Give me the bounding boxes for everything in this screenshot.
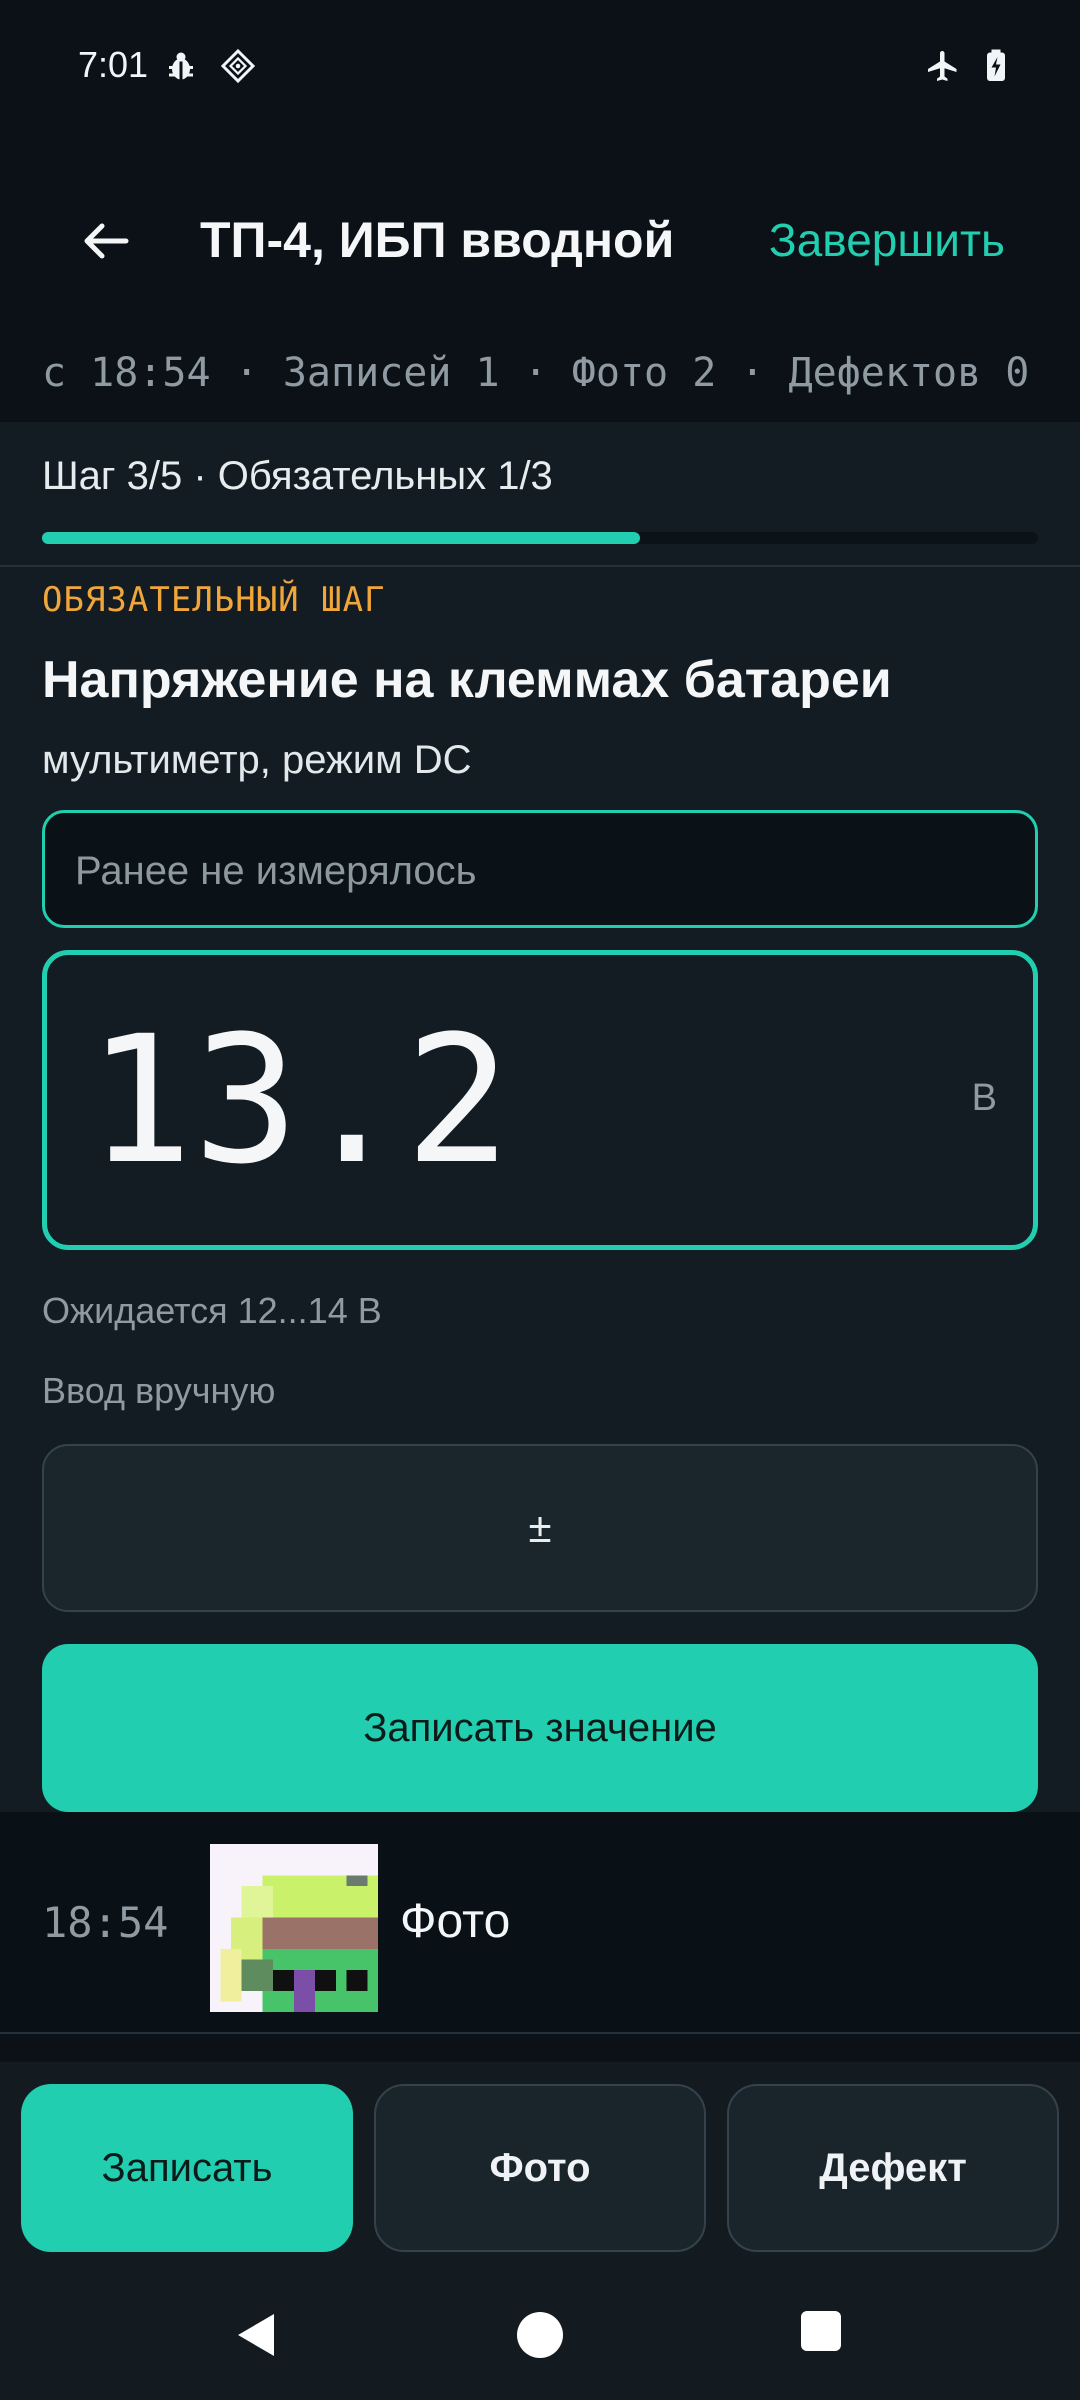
bug-icon [169, 52, 193, 80]
defect-button-label: Дефект [819, 2145, 967, 2190]
status-bar: 7:01 [0, 0, 1080, 140]
photo-button-label: Фото [489, 2145, 591, 2190]
log-entry-time: 18:54 [42, 1898, 169, 1947]
home-circle-icon[interactable] [515, 2310, 565, 2360]
step-progress-fill [42, 532, 640, 544]
status-time: 7:01 [78, 44, 149, 85]
recents-square-icon[interactable] [800, 2310, 842, 2352]
back-triangle-icon[interactable] [232, 2310, 282, 2360]
step-progress-bar [42, 532, 1038, 544]
photo-button[interactable]: Фото [374, 2084, 706, 2252]
step-title: Напряжение на клеммах батареи [42, 651, 892, 709]
log-entry[interactable]: 18:54 Фото [0, 1812, 1080, 2032]
measured-value: 13.2 [87, 998, 511, 1203]
photo-thumbnail[interactable] [210, 1844, 378, 2012]
measured-value-display[interactable]: 13.2 В [42, 950, 1038, 1250]
page-title: ТП-4, ИБП вводной [200, 212, 675, 268]
record-value-button[interactable]: Записать значение [42, 1644, 1038, 1812]
required-step-badge: ОБЯЗАТЕЛЬНЫЙ ШАГ [42, 580, 386, 620]
sign-toggle[interactable]: ± [528, 1504, 551, 1552]
back-button[interactable] [70, 205, 142, 277]
step-subtitle: мультиметр, режим DC [42, 738, 472, 782]
app-bar: ТП-4, ИБП вводной Завершить [0, 175, 1080, 315]
divider [0, 2032, 1080, 2034]
record-button[interactable]: Записать [21, 2084, 353, 2252]
previous-value-field: Ранее не измерялось [42, 810, 1038, 928]
battery-charging-icon [987, 49, 1005, 81]
log-entry-label: Фото [400, 1895, 511, 1948]
system-nav-bar [0, 2270, 1080, 2400]
measured-unit: В [971, 1077, 997, 1119]
previous-value-text: Ранее не измерялось [75, 849, 477, 893]
arrow-left-icon [84, 223, 129, 259]
manual-input-label: Ввод вручную [42, 1370, 276, 1411]
airplane-icon [928, 51, 957, 81]
defect-button[interactable]: Дефект [727, 2084, 1059, 2252]
divider [0, 565, 1080, 567]
record-button-label: Записать [101, 2145, 273, 2190]
expected-range: Ожидается 12...14 В [42, 1290, 382, 1331]
step-progress-label: Шаг 3/5 · Обязательных 1/3 [42, 454, 553, 498]
finish-button[interactable]: Завершить [769, 213, 1005, 267]
diamond-grid-icon [220, 48, 256, 84]
step-panel: Шаг 3/5 · Обязательных 1/3 ОБЯЗАТЕЛЬНЫЙ … [0, 422, 1080, 1812]
record-value-label: Записать значение [363, 1705, 717, 1750]
session-info: с 18:54 · Записей 1 · Фото 2 · Дефектов … [42, 350, 1030, 396]
manual-value-input[interactable]: ± [42, 1444, 1038, 1612]
